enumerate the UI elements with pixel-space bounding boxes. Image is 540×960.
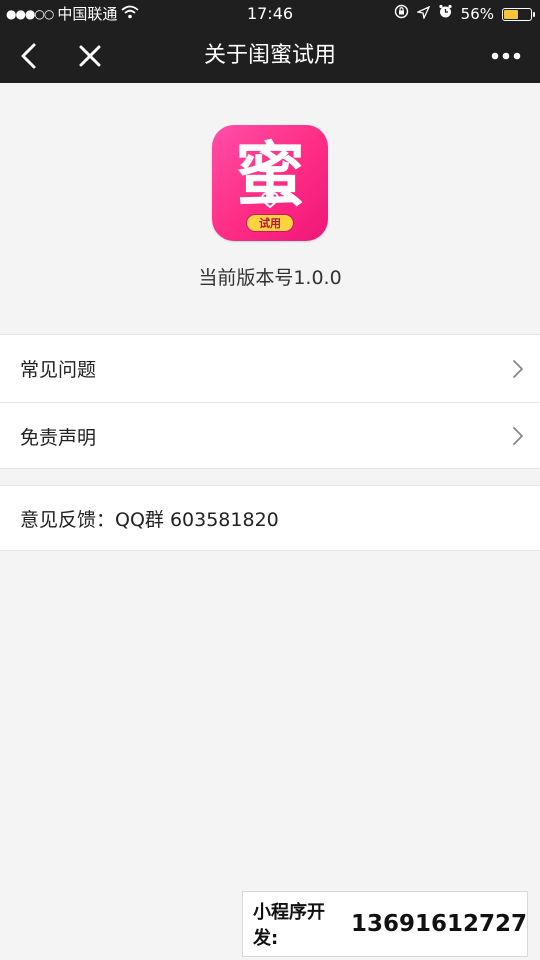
more-icon	[491, 52, 521, 59]
more-button[interactable]	[482, 28, 530, 83]
feedback-group: 意见反馈：QQ群 603581820	[0, 485, 540, 551]
chevron-right-icon	[513, 427, 523, 445]
status-right: 56%	[394, 0, 535, 28]
logo-badge: 试用	[246, 214, 294, 232]
top-bar: ●●●○○ 中国联通 17:46 56% 关于闺蜜试用	[0, 0, 540, 83]
feedback-label: 意见反馈：QQ群 603581820	[20, 508, 279, 531]
battery-percent: 56%	[460, 5, 494, 23]
status-bar: ●●●○○ 中国联通 17:46 56%	[0, 0, 540, 28]
contact-banner: 小程序开发: 13691612727	[242, 891, 528, 957]
menu-item-label: 常见问题	[20, 359, 97, 381]
chevron-right-icon	[513, 359, 523, 378]
page-title: 关于闺蜜试用	[203, 43, 336, 68]
battery-fill	[504, 9, 518, 19]
battery-icon	[502, 7, 535, 21]
menu-item-disclaimer[interactable]: 免责声明	[0, 402, 540, 469]
nav-bar: 关于闺蜜试用	[0, 28, 540, 83]
banner-label: 小程序开发:	[253, 902, 325, 949]
banner-phone: 13691612727	[350, 911, 527, 937]
version-label: 当前版本号1.0.0	[198, 267, 342, 289]
location-icon	[415, 0, 430, 28]
heart-icon	[261, 192, 279, 209]
feedback-item[interactable]: 意见反馈：QQ群 603581820	[0, 486, 540, 550]
menu-group: 常见问题 免责声明	[0, 334, 540, 469]
app-logo: 蜜 试用	[212, 125, 328, 241]
orientation-lock-icon	[394, 0, 409, 28]
alarm-icon	[438, 0, 453, 28]
menu-item-faq[interactable]: 常见问题	[0, 335, 540, 402]
menu-item-label: 免责声明	[20, 426, 97, 449]
